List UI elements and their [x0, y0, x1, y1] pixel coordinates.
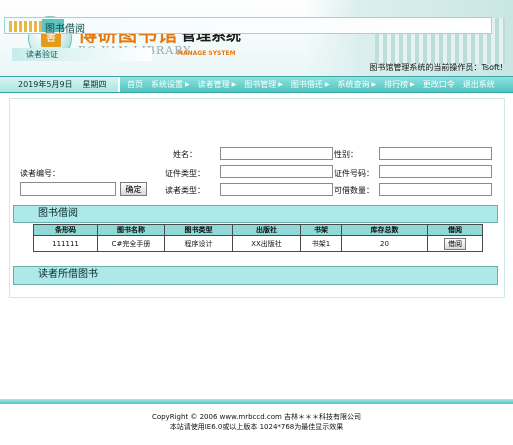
column-header: 图书名称: [97, 224, 165, 236]
main-nav-bar: 2019年5月9日 星期四 首页 系统设置 ▶ 读者管理 ▶ 图书管理 ▶ 图书借还 ▶ …: [0, 76, 513, 93]
cert-no-label: 证件号码：: [334, 169, 374, 178]
barcode-cell: 111111: [33, 235, 98, 252]
triangle-right-icon: ▶: [324, 81, 330, 88]
column-header: 书架: [300, 224, 342, 236]
nav-item-change-password[interactable]: 更改口令: [419, 77, 459, 92]
borrow-button[interactable]: 借阅: [444, 237, 466, 250]
triangle-right-icon: ▶: [410, 81, 415, 88]
borrowed-books-section-header: 读者所借图书: [13, 266, 498, 285]
nav-item-logout[interactable]: 退出系统: [459, 77, 499, 92]
operator-name: Tsoft!: [481, 63, 503, 72]
page-heading: 图书借阅: [4, 17, 492, 35]
stock-cell: 20: [341, 235, 428, 252]
reader-id-input[interactable]: [20, 182, 116, 196]
nav-item-system-query[interactable]: 系统查询 ▶: [334, 77, 381, 92]
nav-item-book-management[interactable]: 图书管理 ▶: [240, 77, 287, 92]
nav-item-ranking[interactable]: 排行榜 ▶: [380, 77, 419, 92]
triangle-right-icon: ▶: [231, 81, 237, 88]
borrow-quota-label: 可借数量：: [334, 186, 374, 195]
reader-id-label: 读者编号：: [20, 169, 60, 178]
nav-item-home[interactable]: 首页: [123, 77, 147, 92]
name-field[interactable]: [220, 147, 333, 160]
nav-item-reader-management[interactable]: 读者管理 ▶: [194, 77, 241, 92]
current-date: 2019年5月9日: [18, 80, 73, 89]
page-title: 图书借阅: [45, 24, 85, 35]
triangle-right-icon: ▶: [185, 81, 190, 88]
cert-no-field[interactable]: [379, 165, 492, 178]
reader-type-field[interactable]: [220, 183, 333, 196]
name-label: 姓名：: [173, 150, 197, 159]
book-borrow-table: 条形码 图书名称 图书类型 出版社 书架 库存总数 借阅 111111 C#完全…: [33, 224, 483, 252]
table-header-row: 条形码 图书名称 图书类型 出版社 书架 库存总数 借阅: [33, 224, 483, 236]
nav-item-borrow-return[interactable]: 图书借还 ▶: [287, 77, 334, 92]
column-header: 出版社: [232, 224, 301, 236]
reader-verify-label: 读者验证: [12, 48, 152, 61]
footer-note: 本站请使用IE6.0或以上版本 1024*768为最佳显示效果: [169, 423, 344, 431]
cert-type-label: 证件类型：: [165, 169, 205, 178]
cert-type-field[interactable]: [220, 165, 333, 178]
book-name-cell: C#完全手册: [97, 235, 165, 252]
current-operator: 图书馆管理系统的当前操作员：Tsoft!: [369, 62, 503, 73]
shelf-cell: 书架1: [300, 235, 342, 252]
publisher-cell: XX出版社: [232, 235, 301, 252]
reader-type-label: 读者类型：: [165, 186, 205, 195]
footer-copyright: CopyRight © 2006 www.mrbccd.com 吉林＊＊＊科技有…: [151, 413, 362, 421]
books-icon: [9, 21, 45, 32]
date-display: 2019年5月9日 星期四: [0, 77, 120, 92]
gender-label: 性别：: [334, 150, 358, 159]
column-header: 图书类型: [164, 224, 233, 236]
triangle-right-icon: ▶: [371, 81, 377, 88]
confirm-button[interactable]: 确定: [120, 182, 147, 196]
borrow-section-header: 图书借阅: [13, 205, 498, 223]
gender-field[interactable]: [379, 147, 492, 160]
book-type-cell: 程序设计: [164, 235, 233, 252]
header-banner: 書 博研图书馆 管理系统 BO YAN LIBRARY MANAGE SYSTE…: [0, 0, 513, 76]
column-header: 库存总数: [341, 224, 428, 236]
table-row: 111111 C#完全手册 程序设计 XX出版社 书架1 20 借阅: [33, 235, 483, 252]
triangle-right-icon: ▶: [278, 81, 283, 88]
action-cell: 借阅: [427, 235, 483, 252]
logo-subtitle-english: MANAGE SYSTEM: [177, 50, 236, 57]
nav-menu: 首页 系统设置 ▶ 读者管理 ▶ 图书管理 ▶ 图书借还 ▶ 系统查询 ▶ 排行榜 ▶ 更改…: [123, 77, 499, 92]
operator-label: 图书馆管理系统的当前操作员：: [369, 63, 482, 72]
nav-item-system-settings[interactable]: 系统设置 ▶: [147, 77, 194, 92]
current-weekday: 星期四: [82, 80, 107, 89]
borrow-quota-field[interactable]: [379, 183, 492, 196]
footer-band: [0, 399, 513, 404]
column-header: 借阅: [427, 224, 483, 236]
column-header: 条形码: [33, 224, 98, 236]
